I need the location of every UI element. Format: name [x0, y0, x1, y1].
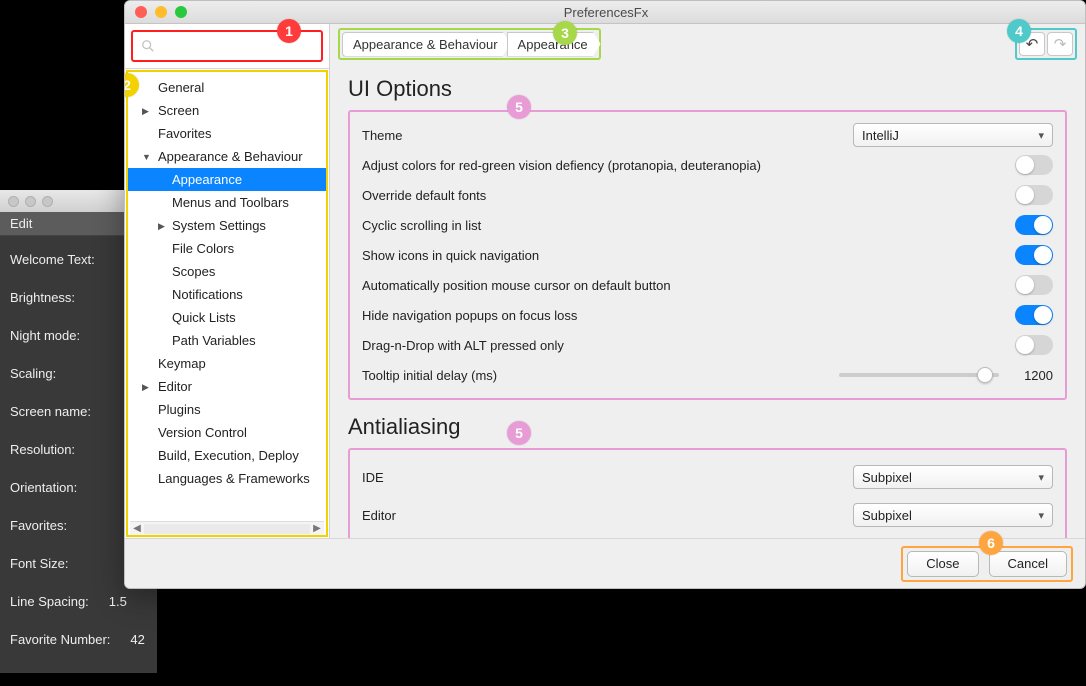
tree-item[interactable]: Build, Execution, Deploy: [128, 444, 326, 467]
callout-5b: 5: [507, 421, 531, 445]
bg-field-row: Line Spacing:1.5: [10, 594, 147, 609]
bg-traffic-dot: [8, 196, 19, 207]
callout-1: 1: [277, 19, 301, 43]
setting-label: IDE: [362, 470, 853, 485]
disclosure-arrow-icon[interactable]: ▶: [142, 106, 149, 117]
tree-item-label: Version Control: [158, 425, 247, 440]
tree-item-label: Keymap: [158, 356, 206, 371]
disclosure-arrow-icon[interactable]: ▼: [142, 152, 151, 162]
tree-item[interactable]: Path Variables: [128, 329, 326, 352]
tree-item-label: Menus and Toolbars: [172, 195, 289, 210]
preferences-dialog: PreferencesFx General ▶ Screen Favorites ▼ Ap…: [124, 0, 1086, 589]
tree-item[interactable]: Version Control: [128, 421, 326, 444]
tree-item[interactable]: ▶ System Settings: [128, 214, 326, 237]
setting-label: Cyclic scrolling in list: [362, 218, 1015, 233]
scroll-right-icon[interactable]: ▶: [310, 523, 324, 534]
setting-label: Tooltip initial delay (ms): [362, 368, 839, 383]
antialias-select[interactable]: Subpixel: [853, 465, 1053, 489]
tree-item-label: Path Variables: [172, 333, 256, 348]
tree-item-label: Quick Lists: [172, 310, 236, 325]
setting-label: Show icons in quick navigation: [362, 248, 1015, 263]
antialias-select[interactable]: Subpixel: [853, 503, 1053, 527]
tree-item[interactable]: ▼ Appearance & Behaviour: [128, 145, 326, 168]
tree-item[interactable]: Languages & Frameworks: [128, 467, 326, 490]
callout-5a: 5: [507, 95, 531, 119]
tree-item[interactable]: General: [128, 76, 326, 99]
tree-item-label: File Colors: [172, 241, 234, 256]
toggle-switch[interactable]: [1015, 305, 1053, 325]
bg-traffic-dot: [25, 196, 36, 207]
theme-select[interactable]: IntelliJ: [853, 123, 1053, 147]
redo-button[interactable]: ↷: [1047, 32, 1073, 56]
setting-label: Override default fonts: [362, 188, 1015, 203]
dialog-footer: Close Cancel: [125, 538, 1085, 588]
tree-item-label: Appearance: [172, 172, 242, 187]
disclosure-arrow-icon[interactable]: ▶: [158, 221, 165, 232]
tree-item-label: Plugins: [158, 402, 201, 417]
toggle-switch[interactable]: [1015, 275, 1053, 295]
setting-label: Editor: [362, 508, 853, 523]
toggle-switch[interactable]: [1015, 185, 1053, 205]
tree-item[interactable]: File Colors: [128, 237, 326, 260]
nav-tree-wrap: General ▶ Screen Favorites ▼ Appearance & Beh…: [126, 70, 328, 537]
toggle-switch[interactable]: [1015, 335, 1053, 355]
close-button[interactable]: Close: [907, 551, 978, 577]
section-title-ui-options: UI Options: [348, 76, 1067, 102]
tree-item[interactable]: Keymap: [128, 352, 326, 375]
bg-field-row: Favorite Number:42: [10, 632, 147, 647]
toggle-switch[interactable]: [1015, 245, 1053, 265]
section-title-antialiasing: Antialiasing: [348, 414, 1067, 440]
tree-item[interactable]: Quick Lists: [128, 306, 326, 329]
tree-item-label: Screen: [158, 103, 199, 118]
close-traffic-light[interactable]: [135, 6, 147, 18]
tree-item-label: Languages & Frameworks: [158, 471, 310, 486]
tree-horizontal-scrollbar[interactable]: ◀ ▶: [130, 521, 324, 535]
setting-label: Hide navigation popups on focus loss: [362, 308, 1015, 323]
ui-options-group: ThemeIntelliJ Adjust colors for red-green…: [348, 110, 1067, 400]
setting-label: Drag-n-Drop with ALT pressed only: [362, 338, 1015, 353]
tree-item[interactable]: Menus and Toolbars: [128, 191, 326, 214]
tree-item-label: Notifications: [172, 287, 243, 302]
tree-item[interactable]: Appearance: [128, 168, 326, 191]
tree-item[interactable]: Scopes: [128, 260, 326, 283]
tree-item-label: Scopes: [172, 264, 215, 279]
setting-label: Automatically position mouse cursor on d…: [362, 278, 1015, 293]
minimize-traffic-light[interactable]: [155, 6, 167, 18]
setting-label: Theme: [362, 128, 853, 143]
cancel-button[interactable]: Cancel: [989, 551, 1067, 577]
breadcrumb-item[interactable]: Appearance & Behaviour: [342, 32, 511, 57]
tree-item[interactable]: Plugins: [128, 398, 326, 421]
tree-item-label: System Settings: [172, 218, 266, 233]
scroll-left-icon[interactable]: ◀: [130, 523, 144, 534]
antialiasing-group: IDESubpixelEditorSubpixel: [348, 448, 1067, 538]
disclosure-arrow-icon[interactable]: ▶: [142, 382, 149, 393]
tree-item-label: Favorites: [158, 126, 211, 141]
tree-item[interactable]: Favorites: [128, 122, 326, 145]
sidebar: General ▶ Screen Favorites ▼ Appearance & Beh…: [125, 24, 330, 538]
callout-6: 6: [979, 531, 1003, 555]
tree-item[interactable]: ▶ Editor: [128, 375, 326, 398]
setting-label: Adjust colors for red-green vision defie…: [362, 158, 1015, 173]
main-panel: Appearance & Behaviour Appearance ↶ ↷ UI…: [330, 24, 1085, 538]
callout-3: 3: [553, 21, 577, 45]
callout-4: 4: [1007, 19, 1031, 43]
tree-item[interactable]: Notifications: [128, 283, 326, 306]
dialog-title: PreferencesFx: [187, 5, 1025, 20]
tooltip-delay-slider[interactable]: [839, 373, 999, 377]
tree-item-label: Build, Execution, Deploy: [158, 448, 299, 463]
slider-value: 1200: [1013, 368, 1053, 383]
bg-traffic-dot: [42, 196, 53, 207]
tree-item-label: Appearance & Behaviour: [158, 149, 303, 164]
search-icon: [141, 39, 155, 53]
zoom-traffic-light[interactable]: [175, 6, 187, 18]
toggle-switch[interactable]: [1015, 215, 1053, 235]
tree-item-label: Editor: [158, 379, 192, 394]
toggle-switch[interactable]: [1015, 155, 1053, 175]
dialog-titlebar: PreferencesFx: [125, 1, 1085, 24]
tree-item[interactable]: ▶ Screen: [128, 99, 326, 122]
tree-item-label: General: [158, 80, 204, 95]
